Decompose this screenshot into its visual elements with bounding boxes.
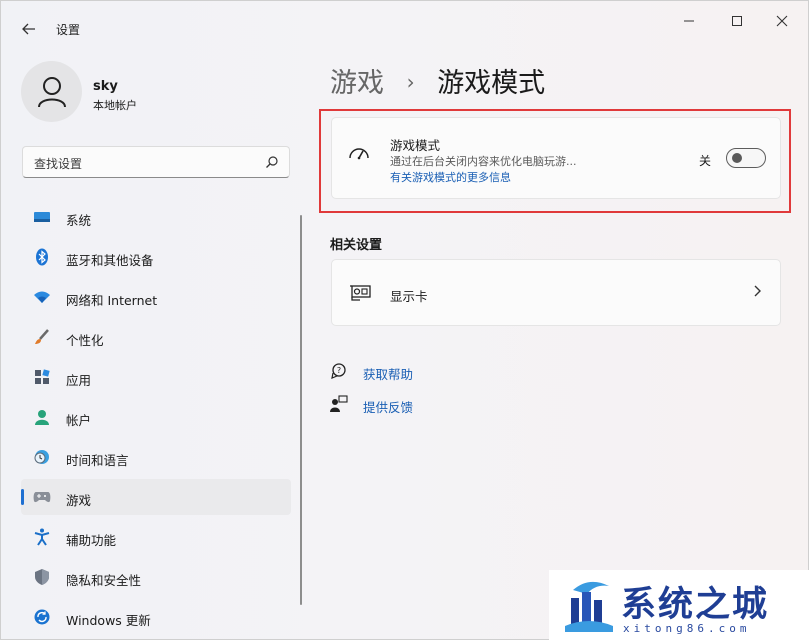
sidebar-nav: 系统 蓝牙和其他设备 网络和 Internet 个性化 应用 帐户 时间和语言	[21, 199, 291, 639]
watermark: 系统之城 xitong86.com	[549, 570, 809, 640]
sidebar-item-personalization[interactable]: 个性化	[21, 319, 291, 355]
speedometer-icon	[349, 148, 369, 160]
sidebar-item-label: 系统	[66, 213, 92, 228]
sidebar-item-label: 个性化	[66, 333, 104, 348]
close-button[interactable]	[759, 9, 805, 33]
get-help-label: 获取帮助	[363, 367, 414, 382]
give-feedback-label: 提供反馈	[363, 400, 414, 415]
account-type: 本地帐户	[93, 99, 137, 112]
bluetooth-icon	[33, 248, 51, 266]
apps-icon	[33, 368, 51, 386]
breadcrumb-separator: ›	[406, 70, 415, 94]
gamepad-icon	[33, 488, 51, 506]
sidebar-item-gaming[interactable]: 游戏	[21, 479, 291, 515]
sidebar-item-label: 蓝牙和其他设备	[66, 253, 154, 268]
search-placeholder: 查找设置	[34, 157, 83, 171]
feedback-icon	[330, 395, 348, 412]
breadcrumb-parent[interactable]: 游戏	[330, 68, 384, 99]
sidebar-item-label: 游戏	[66, 493, 92, 508]
minimize-icon	[684, 20, 694, 22]
toggle-knob	[732, 153, 742, 163]
brush-icon	[33, 328, 51, 346]
back-arrow-icon	[22, 23, 35, 35]
game-mode-title: 游戏模式	[390, 138, 441, 153]
sidebar-scrollbar[interactable]	[300, 215, 302, 605]
sidebar-item-accounts[interactable]: 帐户	[21, 399, 291, 435]
sidebar-item-label: 帐户	[66, 413, 92, 428]
sidebar-item-windows-update[interactable]: Windows 更新	[21, 599, 291, 635]
system-icon	[33, 208, 51, 226]
help-icon: ?	[331, 363, 346, 379]
sidebar-item-accessibility[interactable]: 辅助功能	[21, 519, 291, 555]
page-title: 游戏模式	[437, 68, 546, 99]
watermark-title: 系统之城	[621, 585, 770, 625]
game-mode-card: 游戏模式 通过在后台关闭内容来优化电脑玩游... 有关游戏模式的更多信息 关	[331, 117, 781, 199]
graphics-card-label: 显示卡	[390, 289, 428, 304]
graphics-card-icon	[350, 285, 371, 301]
watermark-logo-icon	[565, 581, 613, 632]
graphics-card-item[interactable]: 显示卡	[331, 259, 781, 326]
sidebar-item-system[interactable]: 系统	[21, 199, 291, 235]
person-avatar-icon	[37, 76, 66, 107]
sidebar-item-apps[interactable]: 应用	[21, 359, 291, 395]
game-mode-info-link[interactable]: 有关游戏模式的更多信息	[390, 169, 511, 185]
breadcrumb: 游戏 › 游戏模式	[330, 61, 545, 100]
accessibility-icon	[33, 528, 51, 546]
search-icon	[266, 156, 278, 168]
sidebar-item-privacy[interactable]: 隐私和安全性	[21, 559, 291, 595]
title-bar: 设置	[1, 1, 809, 49]
settings-window: 设置 sky 本地帐户 查找设置 系统 蓝牙和其他设备 网络和 Internet…	[0, 0, 809, 640]
sidebar-item-label: 辅助功能	[66, 533, 117, 548]
sidebar-item-label: 隐私和安全性	[66, 573, 142, 588]
watermark-url: xitong86.com	[623, 622, 751, 635]
get-help-link[interactable]: ? 获取帮助	[330, 360, 450, 384]
search-input[interactable]: 查找设置	[22, 146, 290, 178]
sidebar-item-label: 网络和 Internet	[66, 293, 158, 308]
update-icon	[33, 608, 51, 626]
sidebar-item-bluetooth[interactable]: 蓝牙和其他设备	[21, 239, 291, 275]
toggle-state-label: 关	[699, 154, 712, 168]
minimize-button[interactable]	[666, 9, 712, 33]
close-icon	[776, 15, 788, 27]
related-settings-heading: 相关设置	[330, 238, 383, 253]
back-button[interactable]	[15, 17, 43, 41]
globe-clock-icon	[33, 448, 51, 466]
app-title: 设置	[56, 23, 81, 37]
wifi-icon	[33, 288, 51, 306]
user-name: sky	[93, 79, 118, 94]
person-icon	[33, 408, 51, 426]
maximize-button[interactable]	[714, 9, 760, 33]
sidebar-item-label: 时间和语言	[66, 453, 129, 468]
chevron-right-icon	[754, 285, 761, 297]
game-mode-description: 通过在后台关闭内容来优化电脑玩游...	[390, 155, 577, 168]
game-mode-toggle[interactable]	[726, 148, 766, 168]
svg-text:?: ?	[337, 366, 341, 375]
avatar	[21, 61, 82, 122]
maximize-icon	[732, 16, 742, 26]
sidebar-item-label: Windows 更新	[66, 613, 151, 628]
sidebar-item-network[interactable]: 网络和 Internet	[21, 279, 291, 315]
shield-icon	[33, 568, 51, 586]
sidebar-item-time-language[interactable]: 时间和语言	[21, 439, 291, 475]
give-feedback-link[interactable]: 提供反馈	[330, 393, 450, 417]
sidebar-item-label: 应用	[66, 373, 92, 388]
